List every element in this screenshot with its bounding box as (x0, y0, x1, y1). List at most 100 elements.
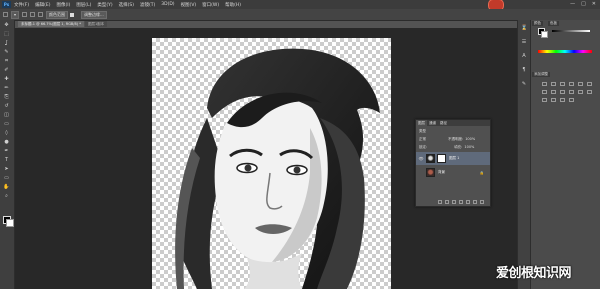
menu-window[interactable]: 窗口(W) (202, 2, 219, 8)
tab-document-2[interactable]: 图层1副本 (84, 21, 108, 27)
document-tabs: 未标题-1 @ 66.7%(图层 1, RGB/8) * 图层1副本 (18, 21, 108, 27)
menu-select[interactable]: 选择(S) (119, 2, 134, 8)
color-balance-icon[interactable] (542, 90, 547, 94)
tool-preset-picker[interactable]: ▾ (11, 10, 20, 19)
menu-edit[interactable]: 编辑(E) (35, 2, 50, 8)
fill-label: 填充: (454, 144, 463, 149)
character-icon[interactable]: A (521, 54, 527, 59)
new-selection-icon[interactable] (22, 12, 28, 17)
properties-icon[interactable]: ☰ (521, 40, 527, 45)
shape-icon[interactable]: ▭ (3, 176, 10, 181)
tool-preset-icon[interactable] (3, 12, 8, 17)
exposure-icon[interactable] (569, 82, 574, 86)
minimize-icon[interactable]: — (570, 1, 575, 7)
visibility-eye-icon[interactable]: 👁 (418, 156, 424, 162)
layer-filter-row: 类型 (416, 127, 490, 135)
gray-slider[interactable] (552, 30, 590, 32)
tab-channels[interactable]: 通道 (427, 120, 438, 126)
link-layers-icon[interactable] (438, 200, 442, 204)
menu-image[interactable]: 图像(I) (56, 2, 70, 8)
black-white-icon[interactable] (551, 90, 556, 94)
type-icon[interactable]: T (3, 158, 10, 163)
menu-file[interactable]: 文件(F) (14, 2, 29, 8)
filter-kind-dropdown[interactable]: 类型 (419, 129, 426, 134)
document-canvas[interactable] (152, 38, 391, 289)
channel-mixer-icon[interactable] (569, 90, 574, 94)
dodge-icon[interactable]: ● (3, 140, 10, 145)
menu-filter[interactable]: 滤镜(T) (140, 2, 155, 8)
layer-name[interactable]: 图层 1 (449, 156, 459, 161)
maximize-icon[interactable]: □ (581, 1, 586, 7)
hand-icon[interactable]: ✋ (3, 185, 10, 190)
menu-3d[interactable]: 3D(D) (161, 2, 174, 7)
blur-icon[interactable]: ◊ (3, 131, 10, 136)
brush-panel-icon[interactable]: ✎ (521, 82, 527, 87)
threshold-icon[interactable] (551, 98, 556, 102)
selective-color-icon[interactable] (569, 98, 574, 102)
history-icon[interactable]: ⌛ (521, 26, 527, 31)
marquee-icon[interactable]: ⬚ (3, 32, 10, 37)
lock-icon: 🔒 (479, 170, 484, 175)
delete-layer-icon[interactable] (480, 200, 484, 204)
layer-mask-thumbnail[interactable] (437, 154, 446, 163)
gradient-map-icon[interactable] (560, 98, 565, 102)
mode-dropdown[interactable]: 颜色范围 (46, 10, 69, 19)
path-select-icon[interactable]: ➤ (3, 167, 10, 172)
brush-icon[interactable]: ✏ (3, 86, 10, 91)
layer-row-background[interactable]: 背景 🔒 (416, 166, 490, 179)
add-mask-icon[interactable] (452, 200, 456, 204)
healing-icon[interactable]: ✚ (3, 77, 10, 82)
quick-select-icon[interactable]: ✎ (3, 50, 10, 55)
layer-name[interactable]: 背景 (438, 170, 445, 175)
color-lookup-icon[interactable] (578, 90, 583, 94)
group-icon[interactable] (466, 200, 470, 204)
close-icon[interactable]: ✕ (592, 1, 596, 7)
layer-style-icon[interactable] (445, 200, 449, 204)
lock-fill-row: 锁定: 填充: 100% (416, 143, 490, 151)
stamp-icon[interactable]: ⎘ (3, 95, 10, 100)
add-selection-icon[interactable] (30, 12, 36, 17)
tab-swatches[interactable]: 色板 (548, 21, 559, 26)
tab-color[interactable]: 颜色 (532, 21, 543, 26)
eraser-icon[interactable]: ◫ (3, 113, 10, 118)
tab-adjustments[interactable]: 添加调整 (532, 72, 550, 77)
menu-layer[interactable]: 图层(L) (76, 2, 91, 8)
history-brush-icon[interactable]: ↺ (3, 104, 10, 109)
visibility-eye-icon[interactable] (418, 170, 424, 176)
new-layer-icon[interactable] (473, 200, 477, 204)
gradient-icon[interactable]: ▭ (3, 122, 10, 127)
tab-document-1[interactable]: 未标题-1 @ 66.7%(图层 1, RGB/8) * (18, 21, 84, 27)
opacity-field[interactable]: 100% (465, 137, 475, 141)
tab-layers[interactable]: 图层 (416, 120, 427, 126)
refine-edge-button[interactable]: 调整边缘... (81, 10, 107, 19)
layer-row-1[interactable]: 👁 图层 1 (416, 152, 490, 165)
brightness-icon[interactable] (542, 82, 547, 86)
menu-type[interactable]: 类型(Y) (97, 2, 112, 8)
lasso-icon[interactable]: ʆ (3, 41, 10, 46)
sample-all-layers-checkbox[interactable] (70, 12, 75, 17)
background-color-swatch[interactable] (541, 31, 548, 38)
vibrance-icon[interactable] (578, 82, 583, 86)
tab-paths[interactable]: 路径 (438, 120, 449, 126)
levels-icon[interactable] (551, 82, 556, 86)
subtract-selection-icon[interactable] (38, 12, 44, 17)
photo-filter-icon[interactable] (560, 90, 565, 94)
menu-view[interactable]: 视图(V) (181, 2, 197, 8)
fill-field[interactable]: 100% (464, 145, 474, 149)
crop-icon[interactable]: ⌗ (3, 59, 10, 64)
menu-help[interactable]: 帮助(H) (225, 2, 241, 8)
curves-icon[interactable] (560, 82, 565, 86)
adjustment-layer-icon[interactable] (459, 200, 463, 204)
color-spectrum[interactable] (538, 50, 592, 53)
toolbox-background-swatch[interactable] (6, 219, 14, 227)
blend-opacity-row: 正常 不透明度: 100% (416, 135, 490, 143)
invert-icon[interactable] (587, 90, 592, 94)
zoom-icon[interactable]: ⌕ (3, 194, 10, 199)
pen-icon[interactable]: ✒ (3, 149, 10, 154)
paragraph-icon[interactable]: ¶ (521, 68, 527, 73)
posterize-icon[interactable] (542, 98, 547, 102)
move-icon[interactable]: ✥ (3, 23, 10, 28)
hue-saturation-icon[interactable] (587, 82, 592, 86)
blend-mode-dropdown[interactable]: 正常 (419, 137, 426, 142)
eyedropper-icon[interactable]: ✐ (3, 68, 10, 73)
